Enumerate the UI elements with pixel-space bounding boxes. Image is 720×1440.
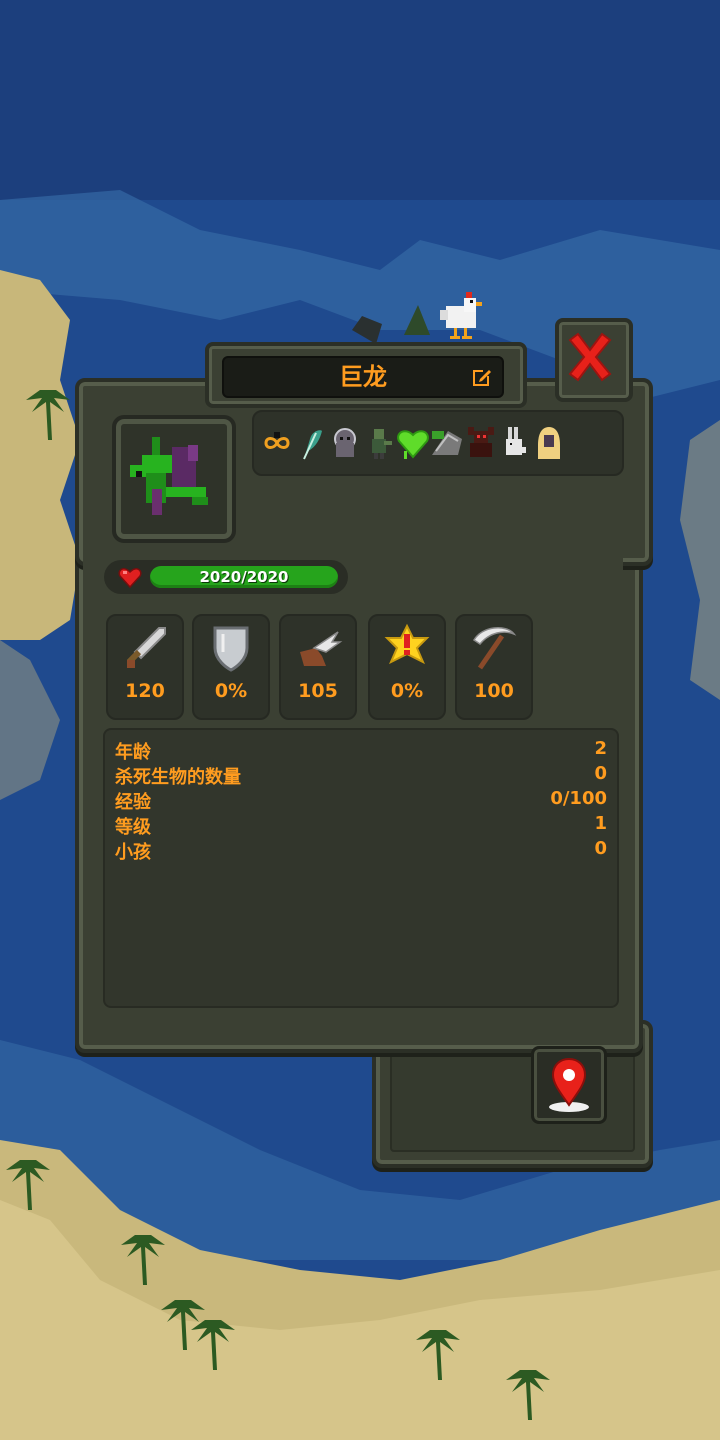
info-label: 年龄: [115, 742, 151, 763]
hooded-figure-icon[interactable]: [532, 423, 566, 463]
demon-icon[interactable]: [464, 423, 498, 463]
info-value: 0/100: [550, 788, 607, 809]
edit-name-icon[interactable]: [470, 365, 494, 389]
close-icon: [568, 332, 612, 382]
info-row-experience: 经验 0/100: [115, 788, 607, 813]
close-button[interactable]: [555, 318, 633, 402]
critical-stat[interactable]: 0%: [368, 614, 446, 720]
dragon-icon: [130, 437, 208, 515]
info-value: 1: [594, 813, 607, 834]
ghost-icon[interactable]: [328, 423, 362, 463]
info-value: 0: [594, 763, 607, 784]
map-pin-icon: [549, 1057, 589, 1112]
attack-stat[interactable]: 120: [106, 614, 184, 720]
info-row-age: 年龄 2: [115, 738, 607, 763]
unit-name-bar[interactable]: 巨龙: [222, 356, 504, 398]
range-value: 100: [474, 680, 514, 702]
info-row-level: 等级 1: [115, 813, 607, 838]
info-label: 经验: [115, 792, 151, 813]
feather-icon[interactable]: [294, 423, 328, 463]
speed-stat[interactable]: 105: [279, 614, 357, 720]
unit-info-list: 年龄 2 杀死生物的数量 0 经验 0/100 等级 1 小孩 0: [103, 728, 619, 1008]
wing-icon[interactable]: [430, 423, 464, 463]
info-label: 等级: [115, 817, 151, 838]
info-label: 杀死生物的数量: [115, 767, 241, 788]
winged-boot-icon: [300, 631, 343, 666]
unit-name: 巨龙: [339, 363, 387, 391]
infinity-icon[interactable]: [260, 423, 294, 463]
health-bar: 2020/2020: [150, 566, 338, 588]
info-value: 0: [594, 838, 607, 859]
health-value: 2020/2020: [199, 568, 289, 586]
sword-icon: [126, 627, 166, 668]
heart-icon: [118, 568, 142, 588]
range-stat[interactable]: 100: [455, 614, 533, 720]
zombie-icon[interactable]: [362, 423, 396, 463]
info-label: 小孩: [115, 842, 151, 863]
locate-unit-button[interactable]: [531, 1046, 607, 1124]
unit-avatar: [112, 415, 236, 543]
scythe-icon: [473, 627, 517, 670]
info-row-children: 小孩 0: [115, 838, 607, 863]
traits-bar: [252, 410, 624, 476]
rabbit-icon[interactable]: [498, 423, 532, 463]
speed-value: 105: [298, 680, 338, 702]
info-value: 2: [594, 738, 607, 759]
health-display: 2020/2020: [104, 560, 348, 594]
armor-value: 0%: [214, 680, 248, 702]
attack-value: 120: [125, 680, 165, 702]
critical-value: 0%: [390, 680, 424, 702]
chicken-sprite: [440, 292, 482, 339]
acid-heart-icon[interactable]: [396, 423, 430, 463]
shield-icon: [213, 626, 249, 672]
armor-stat[interactable]: 0%: [192, 614, 270, 720]
critical-star-icon: [384, 623, 430, 665]
info-row-kills: 杀死生物的数量 0: [115, 763, 607, 788]
